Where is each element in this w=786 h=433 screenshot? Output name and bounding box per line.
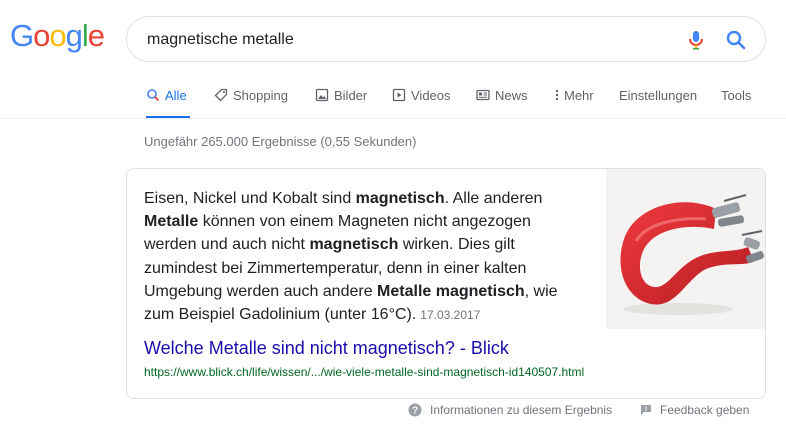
- tab-label: Mehr: [564, 88, 594, 103]
- image-icon: [315, 88, 329, 102]
- snippet-thumbnail[interactable]: [606, 169, 765, 329]
- search-icon[interactable]: [724, 28, 748, 52]
- logo-letter: o: [33, 18, 50, 53]
- svg-text:?: ?: [412, 406, 418, 417]
- tab-label: Tools: [721, 88, 752, 103]
- search-input[interactable]: [147, 28, 667, 52]
- tab-news[interactable]: News: [476, 80, 528, 118]
- search-tabs: Alle Shopping Bilder Videos News Mehr Ei…: [0, 80, 786, 119]
- tab-einstellungen[interactable]: Einstellungen: [619, 80, 697, 118]
- result-url[interactable]: https://www.blick.ch/life/wissen/.../wie…: [144, 365, 584, 379]
- tab-label: Shopping: [233, 88, 288, 103]
- feedback-icon: [641, 405, 651, 415]
- logo-letter: g: [65, 18, 83, 53]
- google-logo[interactable]: Google: [10, 18, 105, 54]
- logo-letter: G: [10, 18, 34, 53]
- snippet-keyword: Metalle magnetisch: [377, 282, 525, 300]
- tab-tools[interactable]: Tools: [721, 80, 751, 118]
- result-stats: Ungefähr 265.000 Ergebnisse (0,55 Sekund…: [144, 134, 417, 149]
- logo-letter: o: [49, 18, 66, 53]
- about-result-link[interactable]: ? Informationen zu diesem Ergebnis: [408, 403, 612, 417]
- play-icon: [392, 88, 406, 102]
- snippet-text: Eisen, Nickel und Kobalt sind magnetisch…: [144, 187, 584, 327]
- tab-videos[interactable]: Videos: [392, 80, 451, 118]
- tag-icon: [214, 88, 228, 102]
- tab-label: Alle: [165, 88, 187, 103]
- snippet-text-part: Eisen, Nickel und Kobalt sind: [144, 190, 356, 207]
- snippet-keyword: magnetisch: [309, 236, 399, 254]
- tab-bilder[interactable]: Bilder: [315, 80, 367, 118]
- result-title-link[interactable]: Welche Metalle sind nicht magnetisch? - …: [144, 338, 509, 359]
- more-vert-icon: [555, 89, 559, 101]
- about-result-label: Informationen zu diesem Ergebnis: [430, 403, 613, 417]
- search-box: [126, 16, 766, 62]
- snippet-keyword: Metalle: [144, 213, 199, 231]
- snippet-text-part: . Alle anderen: [444, 190, 543, 207]
- tab-mehr[interactable]: Mehr: [553, 80, 594, 118]
- tabs-divider: [0, 118, 786, 119]
- feedback-link[interactable]: Feedback geben: [640, 403, 749, 417]
- logo-letter: e: [87, 18, 105, 53]
- featured-snippet-card: Eisen, Nickel und Kobalt sind magnetisch…: [126, 168, 766, 399]
- tab-label: Einstellungen: [619, 88, 698, 103]
- microphone-icon[interactable]: [684, 28, 708, 52]
- tab-label: Videos: [411, 88, 451, 103]
- tab-alle[interactable]: Alle: [146, 80, 190, 119]
- newspaper-icon: [476, 89, 490, 101]
- snippet-keyword: magnetisch: [355, 190, 445, 207]
- tab-label: News: [495, 88, 528, 103]
- feedback-label: Feedback geben: [660, 403, 750, 417]
- help-icon: ?: [408, 403, 422, 417]
- snippet-date: 17.03.2017: [420, 308, 481, 323]
- tab-shopping[interactable]: Shopping: [214, 80, 288, 118]
- tab-label: Bilder: [334, 88, 368, 103]
- search-icon: [147, 89, 160, 102]
- horseshoe-magnet-image: [606, 169, 765, 329]
